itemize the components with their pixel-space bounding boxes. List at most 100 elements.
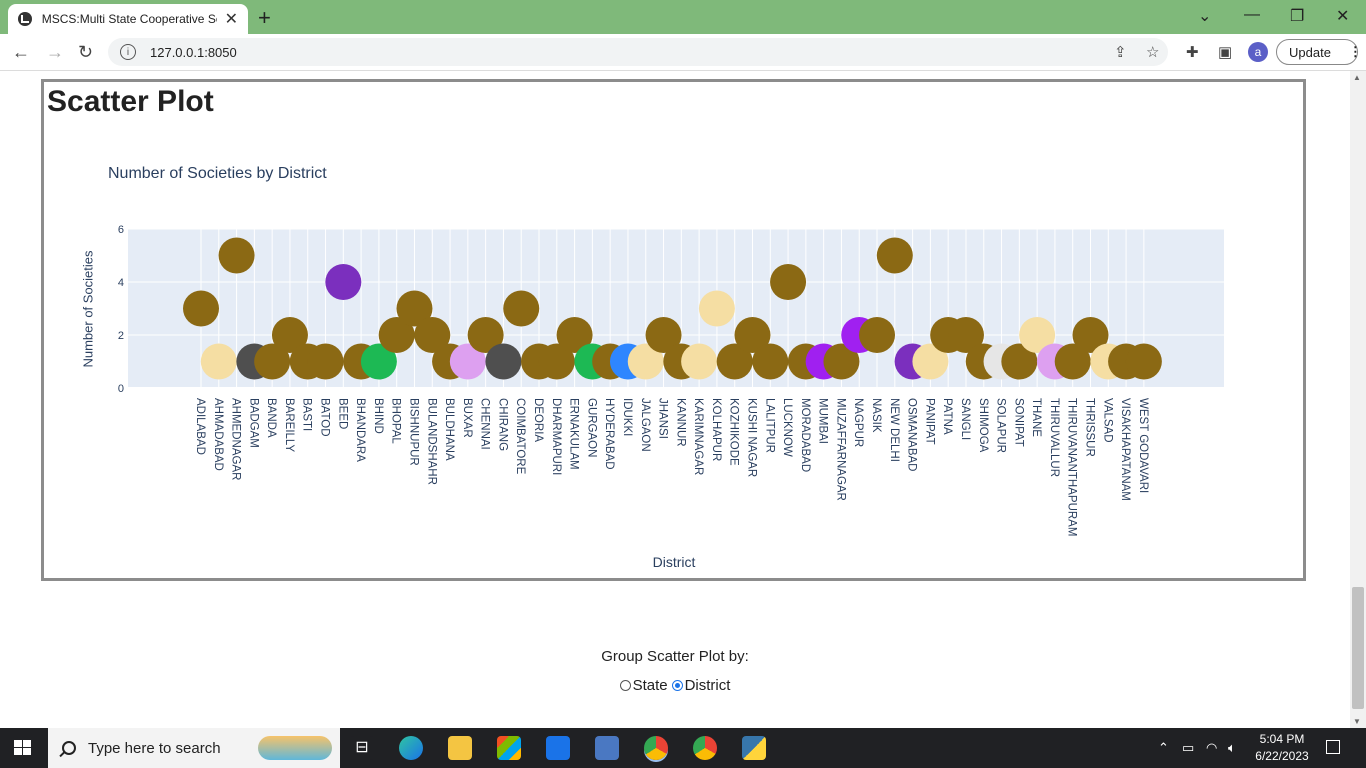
x-tick-label: ERNAKULAM xyxy=(568,398,580,470)
scroll-down-icon[interactable]: ▼ xyxy=(1353,717,1361,726)
group-radio-list: State District xyxy=(0,677,1350,694)
profile-avatar[interactable]: a xyxy=(1248,42,1268,62)
notification-icon[interactable] xyxy=(1326,740,1340,754)
volume-icon[interactable]: 🔈︎ xyxy=(1228,740,1236,756)
x-tick-label: IDUKKI xyxy=(621,398,633,436)
radio-district-circle[interactable] xyxy=(671,680,683,691)
show-hidden-icons-icon[interactable]: ⌃ xyxy=(1158,740,1169,756)
microsoft-store-icon[interactable] xyxy=(497,736,521,760)
x-tick-label: SONIPAT xyxy=(1012,398,1024,447)
forward-icon[interactable]: → xyxy=(46,42,64,63)
radio-state-circle[interactable] xyxy=(619,680,631,691)
tab-search-icon[interactable]: ⌄ xyxy=(1198,6,1211,26)
reload-icon[interactable]: ↻ xyxy=(78,42,93,63)
side-panel-icon[interactable]: ▣ xyxy=(1218,43,1232,61)
file-explorer-icon[interactable] xyxy=(448,736,472,760)
clock-time: 5:04 PM xyxy=(1259,732,1305,746)
windows-taskbar: Type here to search ⊟ ⌃ ▭ ◠ 🔈︎ 5:04 PM 6… xyxy=(0,728,1366,768)
radio-district-label: District xyxy=(684,677,731,694)
x-tick-label: KOLHAPUR xyxy=(710,398,722,461)
x-tick-label: THRISSUR xyxy=(1084,398,1096,457)
close-tab-icon[interactable]: ✕ xyxy=(225,9,238,29)
scatter-point xyxy=(503,290,540,327)
x-tick-label: BHANDARA xyxy=(354,398,366,462)
scatter-point xyxy=(698,290,735,327)
url-text: 127.0.0.1:8050 xyxy=(150,44,237,60)
extensions-icon[interactable]: ✚ xyxy=(1186,43,1199,61)
share-icon[interactable]: ⇪ xyxy=(1114,43,1127,61)
x-tick-label: AHMADABAD xyxy=(212,398,224,471)
scatter-point xyxy=(1125,343,1162,380)
new-tab-icon[interactable]: + xyxy=(258,5,271,31)
site-info-icon[interactable]: i xyxy=(120,44,136,60)
chrome-profile-a-icon[interactable] xyxy=(644,736,668,760)
python-icon[interactable] xyxy=(742,736,766,760)
browser-tab[interactable]: MSCS:Multi State Cooperative Sc ✕ xyxy=(8,4,248,34)
y-tick-label: 4 xyxy=(118,277,124,289)
x-tick-label: VISAKHAPATANAM xyxy=(1119,398,1131,501)
minimize-icon[interactable]: — xyxy=(1244,6,1260,24)
scroll-thumb[interactable] xyxy=(1352,587,1364,709)
scroll-up-icon[interactable]: ▲ xyxy=(1353,73,1361,82)
chrome-profile-b-icon[interactable] xyxy=(693,736,717,760)
browser-titlebar: MSCS:Multi State Cooperative Sc ✕ + ⌄ — … xyxy=(0,0,1366,34)
scatter-point xyxy=(200,343,237,380)
bookmark-star-icon[interactable]: ☆ xyxy=(1146,43,1159,61)
update-label: Update xyxy=(1289,44,1331,60)
x-tick-label: NEW DELHI xyxy=(888,398,900,462)
y-tick-label: 2 xyxy=(118,330,124,342)
x-tick-label: AHMEDNAGAR xyxy=(230,398,242,480)
scatter-point xyxy=(876,237,913,274)
browser-toolbar: ← → ↻ i 127.0.0.1:8050 ⇪ ☆ ✚ ▣ a Update … xyxy=(0,34,1366,71)
task-view-icon[interactable]: ⊟ xyxy=(350,736,374,760)
mail-icon[interactable] xyxy=(546,736,570,760)
update-button[interactable]: Update ⋮ xyxy=(1276,39,1362,65)
radio-state[interactable]: State xyxy=(619,677,668,694)
x-tick-label: VALSAD xyxy=(1101,398,1113,443)
address-bar[interactable]: i 127.0.0.1:8050 xyxy=(108,38,1168,66)
scatter-point xyxy=(859,317,896,353)
restore-icon[interactable]: ❐ xyxy=(1290,6,1304,26)
x-tick-label: BUXAR xyxy=(461,398,473,438)
edge-browser-icon[interactable] xyxy=(399,736,423,760)
battery-icon[interactable]: ▭ xyxy=(1182,740,1194,756)
menu-kebab-icon[interactable]: ⋮ xyxy=(1349,44,1362,60)
x-tick-label: MORADABAD xyxy=(799,398,811,472)
x-tick-label: CHENNAI xyxy=(479,398,491,450)
clock-date: 6/22/2023 xyxy=(1255,749,1309,763)
x-tick-label: MUMBAI xyxy=(817,398,829,444)
radio-district[interactable]: District xyxy=(671,677,731,694)
x-tick-label: OSMANABAD xyxy=(906,398,918,472)
windows-start-icon[interactable] xyxy=(14,740,32,756)
x-tick-label: LUCKNOW xyxy=(781,398,793,457)
x-tick-label: COIMBATORE xyxy=(514,398,526,475)
x-tick-label: SANGLI xyxy=(959,398,971,440)
back-icon[interactable]: ← xyxy=(12,42,30,63)
scatter-point xyxy=(752,343,789,380)
system-app-icon[interactable] xyxy=(595,736,619,760)
x-tick-label: THIRUVANANTHAPURAM xyxy=(1066,398,1078,536)
taskbar-clock[interactable]: 5:04 PM 6/22/2023 xyxy=(1252,731,1312,765)
page-scrollbar[interactable]: ▲ ▼ xyxy=(1350,71,1366,728)
weather-widget-icon[interactable] xyxy=(258,736,332,760)
x-tick-label: NAGPUR xyxy=(852,398,864,447)
wifi-icon[interactable]: ◠ xyxy=(1206,740,1217,756)
taskbar-search-placeholder: Type here to search xyxy=(88,739,221,757)
x-tick-label: THIRUVALLUR xyxy=(1048,398,1060,477)
close-window-icon[interactable]: ✕ xyxy=(1336,6,1349,26)
x-tick-label: JHANSI xyxy=(657,398,669,439)
x-tick-label: LALITPUR xyxy=(763,398,775,453)
x-tick-label: BEED xyxy=(336,398,348,429)
scatter-point xyxy=(485,343,522,380)
tab-title: MSCS:Multi State Cooperative Sc xyxy=(41,12,217,26)
x-tick-label: GURGAON xyxy=(585,398,597,457)
x-tick-label: BATOD xyxy=(319,398,331,437)
scatter-point xyxy=(307,343,344,380)
y-tick-label: 0 xyxy=(118,383,124,395)
x-tick-label: BISHNUPUR xyxy=(407,398,419,466)
x-tick-label: CHIRANG xyxy=(496,398,508,451)
x-tick-label: DEORIA xyxy=(532,398,544,442)
x-tick-label: KUSHI NAGAR xyxy=(745,398,757,477)
scatter-chart[interactable]: 0 2 4 6 ADILABAD AHMADABAD AHMEDNAGAR BADGAM BAN… xyxy=(0,71,1350,571)
x-tick-label: PATNA xyxy=(941,398,953,435)
